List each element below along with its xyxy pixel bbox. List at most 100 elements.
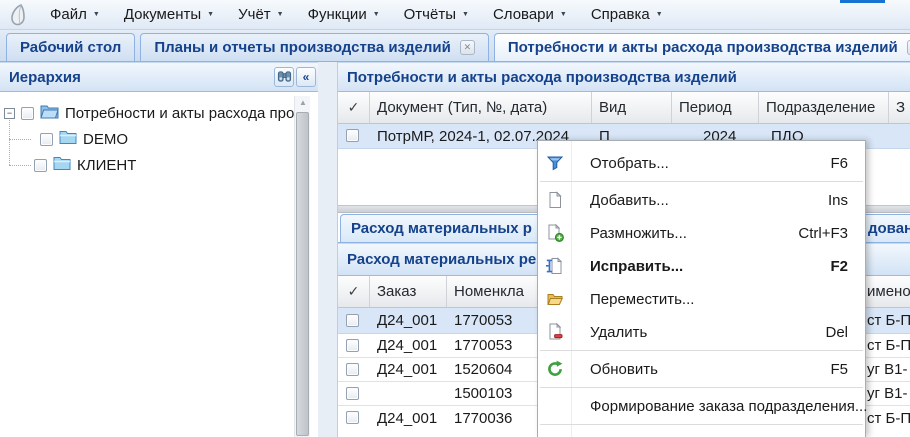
tree-item-demo[interactable]: DEMO <box>0 126 294 152</box>
column-divider <box>888 92 889 123</box>
nomenclature-cell: 1500103 <box>454 382 512 405</box>
column-header-document[interactable]: Документ (Тип, №, дата) <box>377 92 547 123</box>
hierarchy-panel-header: Иерархия <box>0 62 318 92</box>
column-header-order-truncated[interactable]: З <box>896 92 905 123</box>
collapse-node-icon[interactable]: − <box>4 108 15 119</box>
row-checkbox[interactable] <box>346 387 359 400</box>
ctx-item-label: Обновить <box>590 353 658 386</box>
order-cell: Д24_001 <box>377 358 437 381</box>
documents-panel-title: Потребности и акты расхода производства … <box>347 69 737 86</box>
ctx-duplicate[interactable]: Размножить... Ctrl+F3 <box>538 217 865 250</box>
column-header-nomenclature[interactable]: Номенкла <box>454 276 524 307</box>
menu-functions[interactable]: Функции▼ <box>296 2 392 27</box>
move-folder-icon <box>545 289 565 309</box>
column-label: Номенкла <box>454 283 524 300</box>
menu-separator <box>540 181 863 182</box>
tab-material-consumption[interactable]: Расход материальных р <box>340 214 554 242</box>
tab-production-plans-label: Планы и отчеты производства изделий <box>154 39 451 56</box>
ctx-edit[interactable]: Исправить... F2 <box>538 250 865 283</box>
tree-checkbox[interactable] <box>21 107 34 120</box>
tab-second-label-fragment: дован <box>868 220 910 237</box>
row-checkbox[interactable] <box>346 314 359 327</box>
vertical-splitter[interactable] <box>318 62 337 437</box>
dropdown-arrow-icon: ▼ <box>462 11 469 18</box>
tab-material-consumption-label: Расход материальных р <box>351 220 532 237</box>
column-label: Период <box>679 99 732 116</box>
menu-file[interactable]: Файл▼ <box>38 2 112 27</box>
tree-item-root[interactable]: − Потребности и акты расхода произв <box>0 100 294 126</box>
column-divider <box>446 276 447 307</box>
menu-accounting[interactable]: Учёт▼ <box>226 2 296 27</box>
ctx-item-label: Формирование заказа подразделения... <box>590 390 867 423</box>
dropdown-arrow-icon: ▼ <box>277 11 284 18</box>
column-header-name-truncated[interactable]: имено <box>867 276 910 307</box>
row-checkbox[interactable] <box>346 363 359 376</box>
find-button[interactable] <box>274 67 294 87</box>
ctx-refresh[interactable]: Обновить F5 <box>538 353 865 386</box>
check-icon: ✓ <box>348 99 360 116</box>
binoculars-icon <box>277 69 292 86</box>
open-folder-icon <box>40 104 59 123</box>
ctx-form-department-order[interactable]: Формирование заказа подразделения... <box>538 390 865 423</box>
column-header-order[interactable]: Заказ <box>377 276 416 307</box>
delete-doc-icon <box>545 322 565 342</box>
scroll-up-arrow-icon[interactable]: ▲ <box>295 96 311 110</box>
tree-checkbox[interactable] <box>40 133 53 146</box>
menu-functions-label: Функции <box>308 6 367 23</box>
menu-reports[interactable]: Отчёты▼ <box>392 2 481 27</box>
scrollbar-thumb[interactable] <box>296 112 309 436</box>
menu-file-label: Файл <box>50 6 87 23</box>
column-header-department[interactable]: Подразделение <box>766 92 875 123</box>
dropdown-arrow-icon: ▼ <box>560 11 567 18</box>
column-label: Документ (Тип, №, дата) <box>377 99 547 116</box>
tab-production-plans[interactable]: Планы и отчеты производства изделий ✕ <box>140 33 489 61</box>
ctx-add[interactable]: Добавить... Ins <box>538 184 865 217</box>
column-header-check[interactable]: ✓ <box>338 276 369 307</box>
tree-item-client[interactable]: КЛИЕНТ <box>0 152 294 178</box>
close-icon[interactable]: ✕ <box>460 40 475 55</box>
context-menu: Отобрать... F6 Добавить... Ins <box>537 140 866 437</box>
collapse-chevrons-icon: « <box>303 71 310 83</box>
column-header-type[interactable]: Вид <box>599 92 626 123</box>
tab-desktop-label: Рабочий стол <box>20 39 121 56</box>
filter-icon <box>545 153 565 173</box>
name-cell: ст Б-П <box>867 334 910 357</box>
folder-icon <box>59 130 77 148</box>
menu-separator <box>540 424 863 425</box>
edit-doc-icon <box>545 256 565 276</box>
documents-table-header: ✓ Документ (Тип, №, дата) Вид Период Под… <box>338 92 910 124</box>
ctx-move[interactable]: Переместить... <box>538 283 865 316</box>
column-divider <box>758 92 759 123</box>
nomenclature-cell: 1770053 <box>454 308 512 333</box>
top-accent-strip <box>840 0 885 3</box>
tab-desktop[interactable]: Рабочий стол <box>6 33 135 61</box>
collapse-panel-button[interactable]: « <box>296 67 316 87</box>
row-checkbox[interactable] <box>346 129 359 142</box>
row-checkbox[interactable] <box>346 411 359 424</box>
order-cell: Д24_001 <box>377 308 437 333</box>
ctx-item-shortcut: Del <box>825 316 848 349</box>
column-divider <box>369 276 370 307</box>
hierarchy-panel-title: Иерархия <box>9 69 81 86</box>
order-cell: Д24_001 <box>377 334 437 357</box>
ctx-item-label: Исправить... <box>590 250 683 283</box>
tab-needs-and-acts[interactable]: Потребности и акты расхода производства … <box>494 33 910 61</box>
ctx-select[interactable]: Отобрать... F6 <box>538 147 865 180</box>
menu-separator <box>540 387 863 388</box>
column-header-check[interactable]: ✓ <box>338 92 369 123</box>
menu-documents[interactable]: Документы▼ <box>112 2 226 27</box>
menu-dictionaries[interactable]: Словари ▼ <box>481 2 579 27</box>
tree-checkbox[interactable] <box>34 159 47 172</box>
menu-help[interactable]: Справка▼ <box>579 2 675 27</box>
tree-item-label: КЛИЕНТ <box>77 157 136 174</box>
ctx-item-label: Отобрать... <box>590 147 669 180</box>
tree-vertical-scrollbar[interactable]: ▲ <box>294 96 310 437</box>
menu-dictionaries-label: Словари <box>493 6 554 23</box>
ctx-delete[interactable]: Удалить Del <box>538 316 865 349</box>
column-header-period[interactable]: Период <box>679 92 732 123</box>
main-tabstrip: Рабочий стол Планы и отчеты производства… <box>0 30 910 62</box>
menu-help-label: Справка <box>591 6 650 23</box>
tab-needs-and-acts-label: Потребности и акты расхода производства … <box>508 39 898 56</box>
row-checkbox[interactable] <box>346 339 359 352</box>
name-cell: ст Б-П <box>867 406 910 431</box>
